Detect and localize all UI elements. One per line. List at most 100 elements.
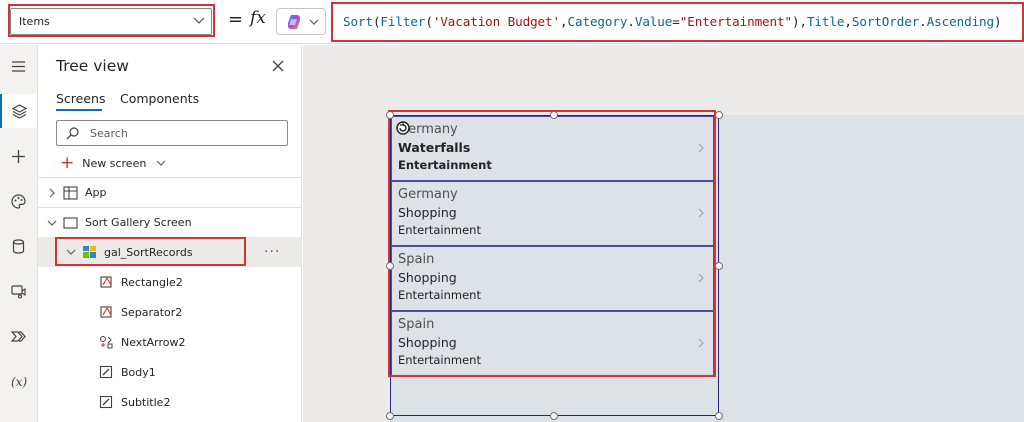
formula-token: SortOrder bbox=[851, 14, 920, 29]
chevron-down-icon[interactable] bbox=[47, 218, 57, 228]
plus-icon bbox=[12, 149, 25, 163]
resize-handle[interactable] bbox=[715, 111, 723, 119]
formula-token: 'Vacation Budget' bbox=[432, 14, 561, 29]
next-arrow-icon[interactable] bbox=[698, 208, 705, 218]
chevron-down-icon bbox=[193, 17, 205, 24]
tree-node-label: Subtitle2 bbox=[121, 395, 171, 409]
resize-handle[interactable] bbox=[715, 262, 723, 270]
tab-screens[interactable]: Screens bbox=[56, 91, 106, 106]
item-category: Entertainment bbox=[398, 223, 481, 237]
power-automate-button[interactable] bbox=[0, 319, 37, 353]
search-placeholder: Search bbox=[90, 127, 128, 140]
database-icon bbox=[12, 238, 25, 254]
tree-node-subtitle[interactable]: Subtitle2 bbox=[38, 387, 302, 417]
formula-token: ( bbox=[425, 14, 433, 29]
chevron-down-icon bbox=[309, 19, 319, 25]
tree-node-label: NextArrow2 bbox=[121, 335, 186, 349]
close-icon[interactable] bbox=[271, 59, 285, 73]
media-button[interactable] bbox=[0, 274, 37, 308]
fx-icon[interactable]: fx bbox=[250, 8, 266, 28]
tree-node-next-arrow[interactable]: NextArrow2 bbox=[38, 327, 302, 357]
app-icon bbox=[63, 185, 78, 200]
formula-token: Category bbox=[567, 14, 628, 29]
tree-node-separator[interactable]: Separator2 bbox=[38, 297, 302, 327]
chevron-down-icon bbox=[156, 160, 166, 166]
tree-node-label: gal_SortRecords bbox=[104, 245, 193, 259]
chevron-down-icon[interactable] bbox=[66, 247, 76, 257]
data-button[interactable] bbox=[0, 229, 37, 263]
tree-view-button[interactable] bbox=[0, 94, 37, 128]
resize-handle[interactable] bbox=[386, 412, 394, 420]
formula-token: "Entertainment" bbox=[679, 14, 792, 29]
layers-icon bbox=[11, 103, 28, 119]
formula-token: = bbox=[672, 14, 680, 29]
next-arrow-icon[interactable] bbox=[698, 338, 705, 348]
palette-icon bbox=[11, 193, 26, 209]
search-input[interactable]: Search bbox=[56, 120, 288, 146]
gallery-item[interactable]: Germany Waterfalls Entertainment bbox=[391, 116, 714, 181]
insert-button[interactable] bbox=[0, 139, 37, 173]
tab-components[interactable]: Components bbox=[120, 91, 199, 106]
resize-handle[interactable] bbox=[550, 412, 558, 420]
rectangle-icon bbox=[100, 306, 112, 318]
gallery-item[interactable]: Spain Shopping Entertainment bbox=[391, 311, 714, 376]
tree-node-label: Sort Gallery Screen bbox=[85, 216, 192, 229]
tree-node-body[interactable]: Body1 bbox=[38, 357, 302, 387]
gallery-item[interactable]: Germany Shopping Entertainment bbox=[391, 181, 714, 246]
gallery-icon bbox=[83, 246, 96, 258]
chevron-right-icon[interactable] bbox=[47, 188, 57, 198]
next-arrow-icon[interactable] bbox=[698, 273, 705, 283]
themes-button[interactable] bbox=[0, 184, 37, 218]
property-dropdown[interactable]: Items bbox=[10, 8, 212, 35]
tree-node-label: App bbox=[85, 186, 107, 199]
item-country: Spain bbox=[398, 317, 435, 332]
formula-bar: Items = fx Sort(Filter('Vacation Budget'… bbox=[0, 0, 1024, 44]
equals-sign: = bbox=[228, 9, 244, 30]
hamburger-icon bbox=[12, 60, 25, 72]
tree-node-app[interactable]: App bbox=[38, 177, 302, 207]
search-icon bbox=[66, 127, 79, 140]
new-screen-button[interactable]: + New screen bbox=[60, 154, 166, 172]
edit-icon bbox=[99, 365, 113, 379]
tree-node-rectangle[interactable]: Rectangle2 bbox=[38, 267, 302, 297]
resize-handle[interactable] bbox=[715, 412, 723, 420]
property-value: Items bbox=[19, 15, 50, 28]
formula-token: Value bbox=[634, 14, 673, 29]
tree-node-gallery[interactable]: gal_SortRecords ··· bbox=[38, 237, 302, 267]
copilot-icon bbox=[288, 15, 300, 29]
screen-icon bbox=[63, 216, 78, 229]
item-title: Shopping bbox=[398, 335, 457, 350]
menu-button[interactable] bbox=[0, 49, 37, 83]
next-arrow-icon[interactable] bbox=[698, 143, 705, 153]
media-icon bbox=[11, 284, 26, 299]
formula-token: ) bbox=[994, 14, 1002, 29]
resize-handle[interactable] bbox=[386, 262, 394, 270]
item-category: Entertainment bbox=[398, 288, 481, 302]
active-tab-indicator bbox=[56, 109, 102, 111]
formula-token: . bbox=[919, 14, 927, 29]
power-automate-icon bbox=[10, 330, 26, 342]
resize-handle[interactable] bbox=[550, 111, 558, 119]
tree-node-label: Separator2 bbox=[121, 305, 183, 319]
formula-token: Title bbox=[806, 14, 845, 29]
tree-node-screen[interactable]: Sort Gallery Screen bbox=[38, 207, 302, 237]
item-category: Entertainment bbox=[398, 353, 481, 367]
more-options-button[interactable]: ··· bbox=[264, 244, 280, 260]
rectangle-icon bbox=[100, 276, 112, 288]
formula-input[interactable]: Sort(Filter('Vacation Budget',Category.V… bbox=[333, 4, 1023, 40]
formula-token: , bbox=[560, 14, 568, 29]
panel-title: Tree view bbox=[56, 57, 129, 75]
variables-button[interactable]: (x) bbox=[0, 364, 37, 398]
item-category: Entertainment bbox=[398, 158, 492, 172]
item-title: Shopping bbox=[398, 205, 457, 220]
tree-node-label: Rectangle2 bbox=[121, 275, 183, 289]
rotate-icon[interactable] bbox=[395, 120, 411, 136]
formula-token: Sort bbox=[343, 14, 373, 29]
gallery-item[interactable]: Spain Shopping Entertainment bbox=[391, 246, 714, 311]
icon-control-icon bbox=[100, 336, 113, 349]
formula-token: ), bbox=[791, 14, 807, 29]
copilot-button[interactable] bbox=[276, 8, 326, 35]
item-title: Shopping bbox=[398, 270, 457, 285]
formula-token: , bbox=[844, 14, 852, 29]
resize-handle[interactable] bbox=[386, 111, 394, 119]
